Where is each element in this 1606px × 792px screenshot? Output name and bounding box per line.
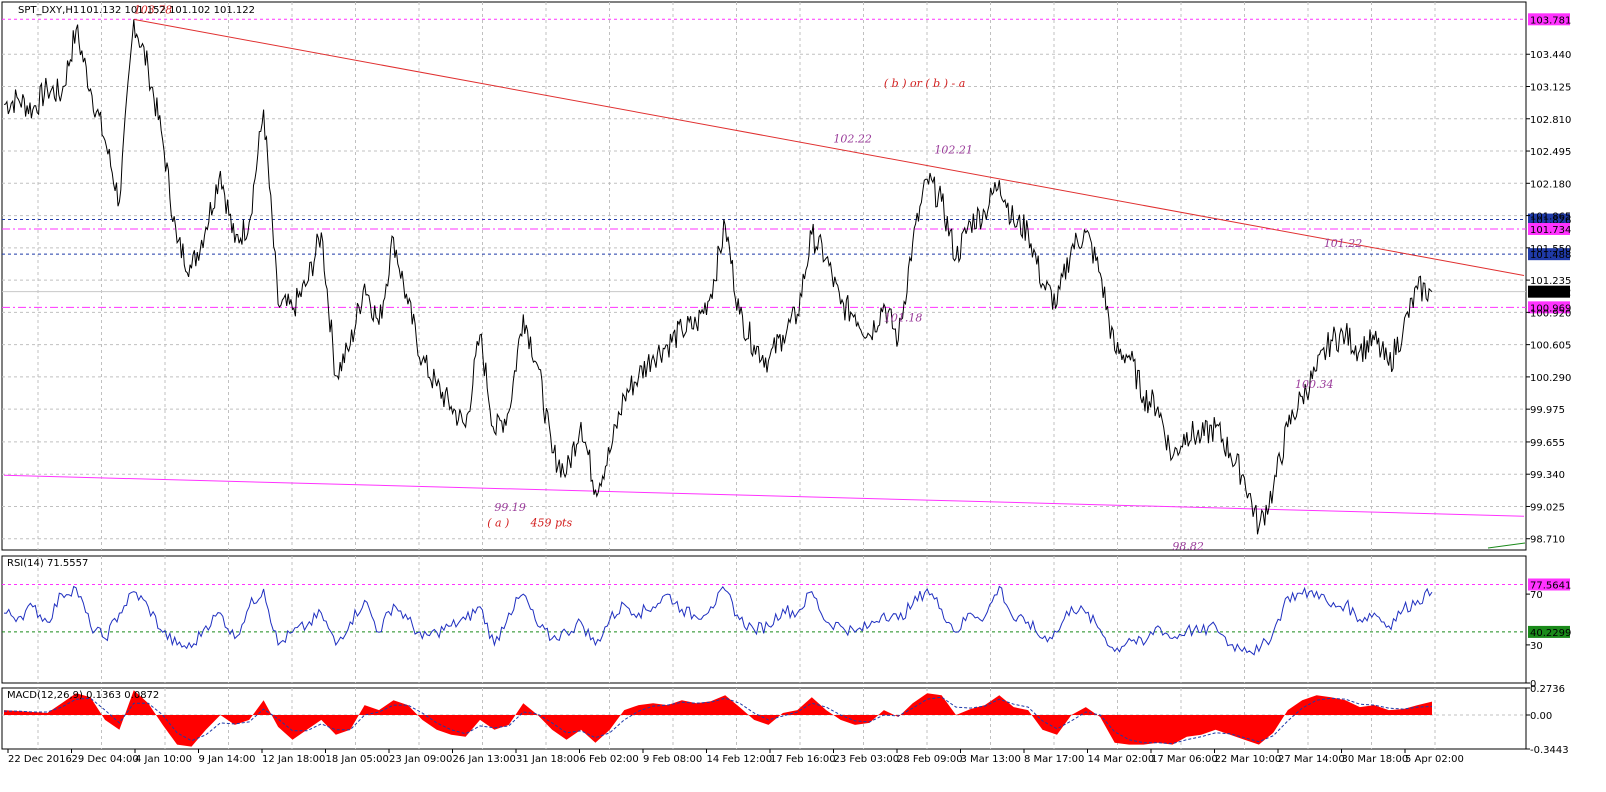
chart-annotation: 101.22 [1324,237,1363,250]
x-tick-label: 23 Jan 09:00 [389,754,452,765]
y-tick-label: 98.710 [1530,535,1565,546]
x-tick-label: 3 Mar 13:00 [961,754,1021,765]
chart-annotation: ( b ) or ( b ) - a [884,77,965,90]
x-tick-label: 12 Jan 18:00 [262,754,325,765]
chart-annotation: 99.19 [494,501,526,514]
symbol-label: SPT_DXY,H1 [18,5,79,16]
rsi-tick-label: 70 [1530,590,1543,601]
y-tick-label: 99.655 [1530,438,1565,449]
price-level-value: 103.781 [1530,15,1571,26]
ohlc-values: 101.132 101.152 101.102 101.122 [80,5,255,16]
x-tick-label: 27 Mar 14:00 [1278,754,1345,765]
x-tick-label: 17 Mar 06:00 [1151,754,1218,765]
y-tick-label: 101.550 [1530,244,1571,255]
y-tick-label: 103.440 [1530,50,1571,61]
chart-annotation: 102.22 [833,132,872,145]
macd-tick-label: 0.00 [1530,711,1552,722]
x-tick-label: 5 Apr 02:00 [1405,754,1464,765]
x-tick-label: 6 Feb 02:00 [580,754,639,765]
macd-title: MACD(12,26,9) 0.1363 0.0872 [7,690,159,701]
rsi-level-value: 40.2299 [1530,628,1571,639]
y-tick-label: 100.605 [1530,341,1571,352]
x-tick-label: 18 Jan 05:00 [326,754,389,765]
x-tick-label: 14 Mar 02:00 [1088,754,1155,765]
macd-tick-label: 0.2736 [1530,684,1565,695]
x-tick-label: 4 Jan 10:00 [135,754,192,765]
chart-window: 103.781 101.826 101.734 101.488 101.122 100.9… [0,0,1606,788]
y-tick-label: 101.865 [1530,212,1571,223]
chart-annotation: ( a ) [487,516,509,529]
chart-annotation: 101.18 [884,312,923,325]
x-tick-label: 17 Feb 16:00 [770,754,836,765]
x-tick-label: 9 Jan 14:00 [199,754,256,765]
x-tick-label: 14 Feb 12:00 [707,754,773,765]
price-level-value: 101.122 [1530,288,1571,299]
chart-annotation: 459 pts [529,516,572,529]
chart-annotation: 100.34 [1295,378,1334,391]
rsi-tick-label: 30 [1530,641,1543,652]
y-tick-label: 100.920 [1530,308,1571,319]
x-tick-label: 31 Jan 18:00 [516,754,579,765]
x-tick-label: 22 Dec 2016 [8,754,72,765]
x-tick-label: 30 Mar 18:00 [1342,754,1409,765]
y-tick-label: 102.810 [1530,115,1571,126]
y-tick-label: 103.125 [1530,83,1571,94]
x-tick-label: 8 Mar 17:00 [1024,754,1084,765]
price-level-value: 101.734 [1530,225,1571,236]
x-tick-label: 29 Dec 04:00 [72,754,139,765]
chart-annotation: 102.21 [934,144,973,157]
y-tick-label: 99.340 [1530,470,1565,481]
chart-annotation: 98.82 [1172,540,1204,553]
x-tick-label: 9 Feb 08:00 [643,754,702,765]
x-tick-label: 22 Mar 10:00 [1215,754,1282,765]
y-tick-label: 102.495 [1530,147,1571,158]
y-tick-label: 99.975 [1530,405,1565,416]
y-tick-label: 99.025 [1530,502,1565,513]
x-tick-label: 26 Jan 13:00 [453,754,516,765]
x-tick-label: 28 Feb 09:00 [897,754,963,765]
macd-tick-label: -0.3443 [1530,745,1569,756]
rsi-title: RSI(14) 71.5557 [7,558,88,569]
y-tick-label: 100.290 [1530,373,1571,384]
y-tick-label: 102.180 [1530,179,1571,190]
x-tick-label: 23 Feb 03:00 [834,754,900,765]
y-tick-label: 101.235 [1530,276,1571,287]
